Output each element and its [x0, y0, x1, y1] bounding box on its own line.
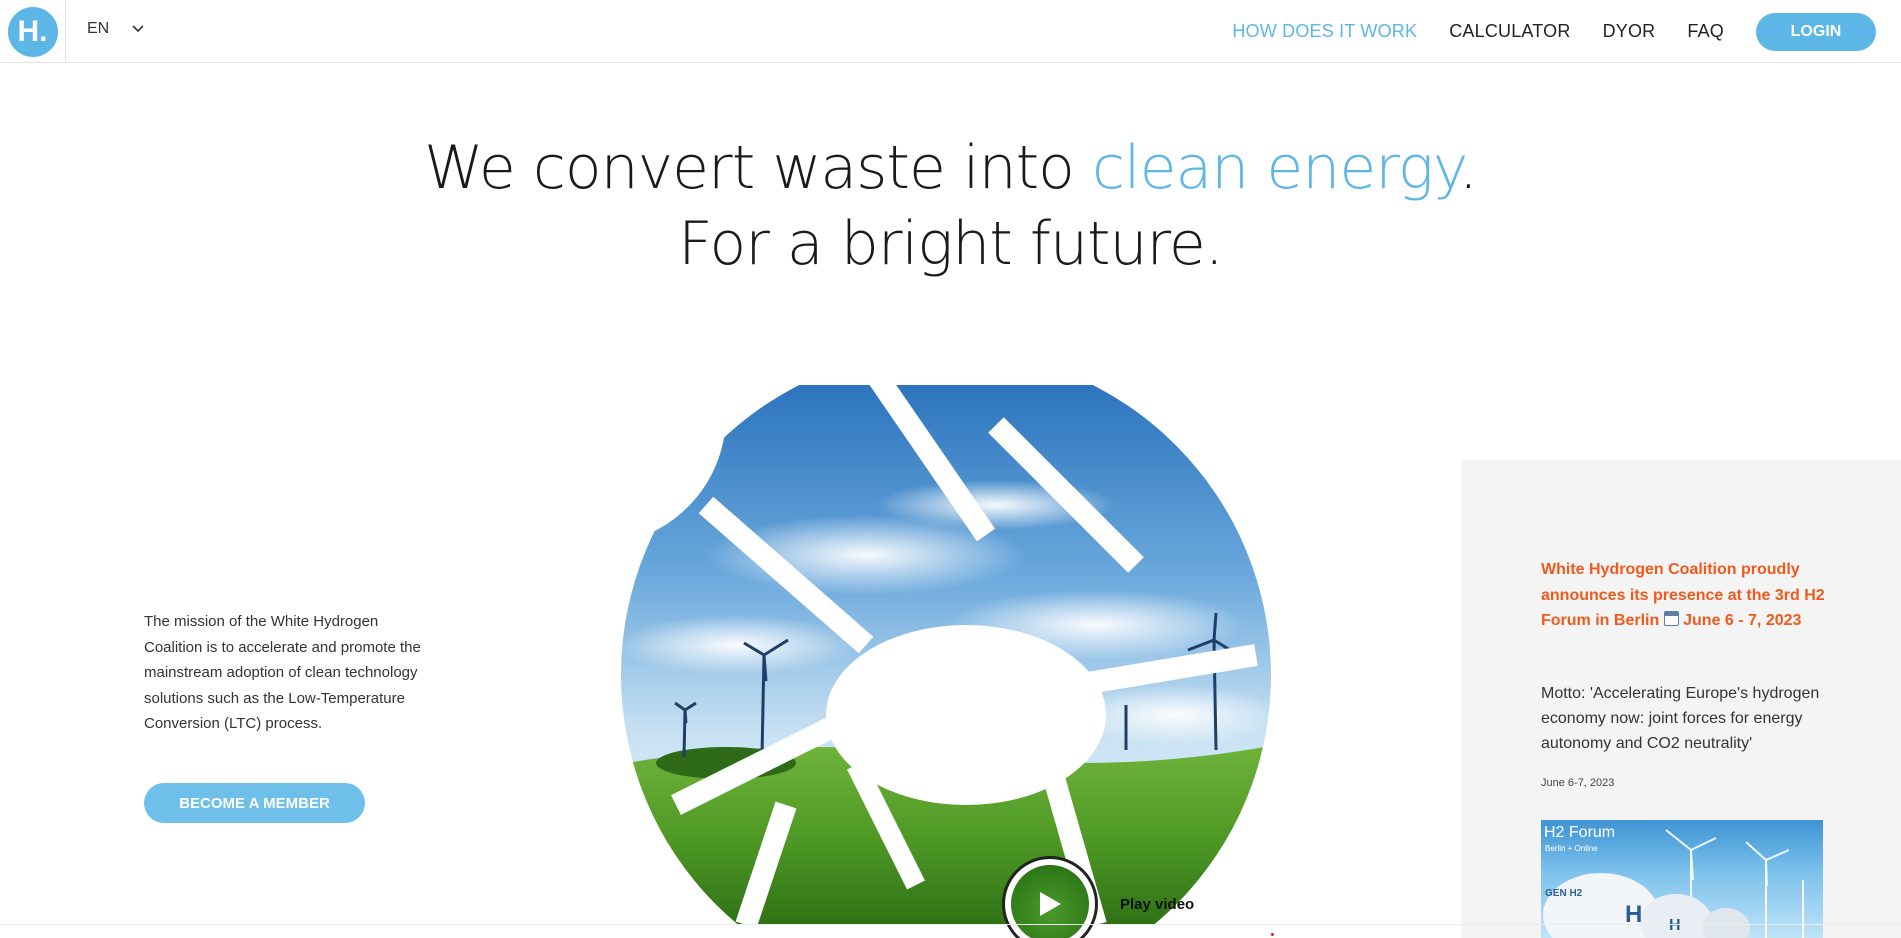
hero-line-1-end: . [1458, 133, 1478, 203]
h2-forum-subtitle: Berlin + Online [1545, 844, 1598, 853]
become-member-button[interactable]: BECOME A MEMBER [144, 783, 365, 823]
svg-text:H: H [1669, 917, 1681, 934]
nav-faq[interactable]: FAQ [1687, 21, 1724, 42]
nav-calculator[interactable]: CALCULATOR [1449, 21, 1570, 42]
nav-how-does-it-work[interactable]: HOW DOES IT WORK [1232, 21, 1417, 42]
tank-text: GEN H2 [1545, 888, 1583, 899]
news-title-date: June 6 - 7, 2023 [1678, 612, 1802, 629]
play-video-label[interactable]: Play video [1120, 896, 1194, 913]
footer-divider [0, 924, 1901, 925]
login-button[interactable]: LOGIN [1756, 12, 1876, 51]
news-image[interactable]: GEN H2 H H H2 Forum Berlin + Online [1541, 820, 1823, 938]
play-icon [1040, 892, 1061, 916]
news-text: Motto: 'Accelerating Europe's hydrogen e… [1541, 685, 1820, 752]
hero-landscape-graphic [616, 385, 1276, 925]
logo-container[interactable]: H. [0, 0, 66, 63]
scroll-indicator-dot [1271, 933, 1274, 936]
news-panel: White Hydrogen Coalition proudly announc… [1461, 460, 1901, 938]
logo[interactable]: H. [7, 6, 58, 57]
language-label: EN [87, 20, 110, 37]
hero-line-1-text: We convert waste into [424, 133, 1092, 203]
main-nav: HOW DOES IT WORK CALCULATOR DYOR FAQ LOG… [1200, 0, 1901, 63]
news-title[interactable]: White Hydrogen Coalition proudly announc… [1541, 557, 1831, 634]
h2-forum-title: H2 Forum [1544, 824, 1616, 841]
site-header: H. EN HOW DOES IT WORK CALCULATOR DYOR F… [0, 0, 1901, 63]
calendar-icon [1663, 611, 1679, 626]
language-selector[interactable]: EN [87, 20, 145, 38]
mission-text: The mission of the White Hydrogen Coalit… [144, 613, 421, 732]
hero-line-2: For a bright future. [678, 209, 1224, 279]
hero-line-1: We convert waste into clean energy. [0, 130, 1901, 206]
hero-title: We convert waste into clean energy. For … [0, 130, 1901, 282]
hero-accent-text: clean energy [1091, 133, 1460, 203]
nav-dyor[interactable]: DYOR [1603, 21, 1656, 42]
play-thumbnail [1011, 865, 1089, 938]
news-date: June 6-7, 2023 [1541, 777, 1615, 789]
chevron-down-icon [132, 25, 144, 33]
